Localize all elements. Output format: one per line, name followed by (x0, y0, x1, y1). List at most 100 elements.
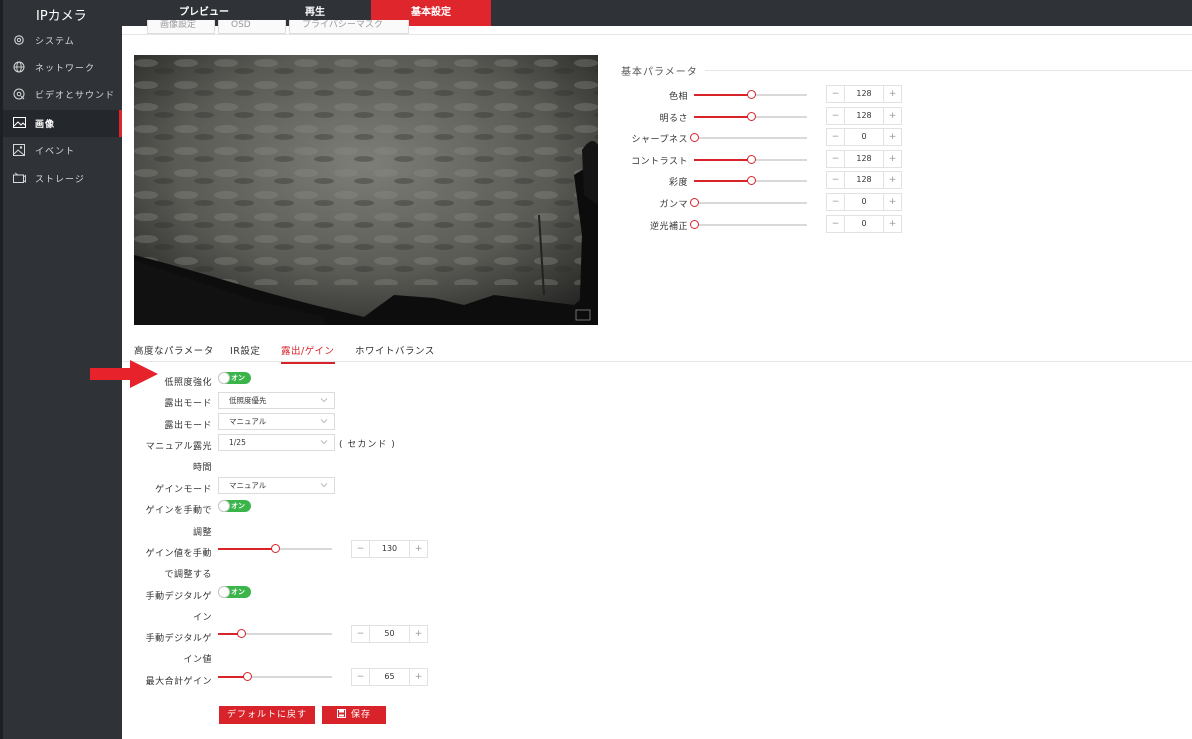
slider-fill (694, 180, 751, 182)
sidebar-item-image[interactable]: 画像 (0, 110, 122, 137)
param-slider[interactable] (694, 176, 807, 185)
decrement-button[interactable]: − (827, 172, 844, 188)
stepper-value[interactable]: 128 (844, 172, 884, 188)
param-stepper[interactable]: −0 + (826, 215, 902, 233)
param-stepper[interactable]: −128 + (826, 85, 902, 103)
exposure-mode-select-2[interactable]: マニュアル (218, 413, 335, 430)
tab-ir-settings[interactable]: IR設定 (230, 343, 260, 357)
stepper-value[interactable]: 0 (844, 129, 884, 145)
tab-white-balance[interactable]: ホワイトバランス (355, 343, 435, 357)
increment-button[interactable]: + (410, 669, 427, 685)
slider-knob[interactable] (747, 112, 756, 121)
param-stepper[interactable]: −128 + (826, 171, 902, 189)
stepper-value[interactable]: 0 (844, 194, 884, 210)
slider-knob[interactable] (690, 198, 699, 207)
increment-button[interactable]: + (884, 216, 901, 232)
storage-icon (13, 172, 27, 186)
tab-advanced-params[interactable]: 高度なパラメータ (134, 343, 214, 357)
decrement-button[interactable]: − (352, 669, 369, 685)
manual-exposure-label: マニュアル露光 (145, 442, 212, 452)
param-slider[interactable] (694, 112, 807, 121)
param-stepper[interactable]: −0 + (826, 193, 902, 211)
increment-button[interactable]: + (884, 129, 901, 145)
stepper-value[interactable]: 128 (844, 86, 884, 102)
gain-value-stepper[interactable]: − 130 + (351, 540, 428, 558)
increment-button[interactable]: + (884, 108, 901, 124)
digital-gain-slider[interactable] (218, 629, 332, 638)
param-slider[interactable] (694, 90, 807, 99)
param-slider[interactable] (690, 198, 807, 207)
stepper-value[interactable]: 65 (369, 669, 410, 685)
toggle-knob (218, 586, 230, 598)
slider-knob[interactable] (747, 155, 756, 164)
param-label: シャープネス (631, 135, 688, 145)
increment-button[interactable]: + (884, 151, 901, 167)
decrement-button[interactable]: − (827, 194, 844, 210)
decrement-button[interactable]: − (827, 129, 844, 145)
digital-gain-toggle[interactable]: オン (218, 586, 251, 598)
sidebar-item-system[interactable]: システム (0, 27, 122, 54)
digital-gain-stepper[interactable]: − 50 + (351, 625, 428, 643)
stepper-value[interactable]: 130 (369, 541, 410, 557)
gain-mode-label: ゲインモード (155, 485, 212, 495)
param-stepper[interactable]: −0 + (826, 128, 902, 146)
advanced-tabs: 高度なパラメータ IR設定 露出/ゲイン ホワイトバランス (122, 340, 1192, 364)
toggle-knob (218, 500, 230, 512)
manual-gain-toggle[interactable]: オン (218, 500, 251, 512)
decrement-button[interactable]: − (827, 108, 844, 124)
gain-mode-select[interactable]: マニュアル (218, 477, 335, 494)
stepper-value[interactable]: 50 (369, 626, 410, 642)
param-stepper[interactable]: −128 + (826, 150, 902, 168)
slider-knob[interactable] (690, 220, 699, 229)
stepper-value[interactable]: 0 (844, 216, 884, 232)
manual-exposure-select[interactable]: 1/25 (218, 434, 335, 451)
sidebar-item-event[interactable]: イベント (0, 137, 122, 164)
sidebar-item-network[interactable]: ネットワーク (0, 54, 122, 81)
sidebar-item-video-sound[interactable]: ビデオとサウンド (0, 81, 122, 108)
stepper-value[interactable]: 128 (844, 108, 884, 124)
max-gain-stepper[interactable]: − 65 + (351, 668, 428, 686)
restore-default-button[interactable]: デフォルトに戻す (219, 706, 315, 724)
low-light-toggle[interactable]: オン (218, 372, 251, 384)
slider-knob[interactable] (271, 544, 280, 553)
chevron-down-icon (320, 483, 328, 488)
max-gain-slider[interactable] (218, 672, 332, 681)
decrement-button[interactable]: − (827, 151, 844, 167)
decrement-button[interactable]: − (827, 86, 844, 102)
sidebar-item-label: イベント (35, 147, 76, 157)
increment-button[interactable]: + (884, 172, 901, 188)
increment-button[interactable]: + (884, 194, 901, 210)
subtab-privacy-mask[interactable]: プライバシーマスク (289, 20, 409, 34)
basic-params-title: 基本パラメータ (621, 67, 698, 78)
stepper-value[interactable]: 128 (844, 151, 884, 167)
digital-gain-value-label: 手動デジタルゲ (145, 634, 212, 644)
tab-exposure-gain[interactable]: 露出/ゲイン (281, 343, 335, 364)
gain-value-label: ゲイン値を手動 (145, 549, 212, 559)
save-button[interactable]: 保存 (322, 706, 386, 724)
increment-button[interactable]: + (410, 541, 427, 557)
chevron-down-icon (320, 398, 328, 403)
manual-gain-label-2: 調整 (192, 528, 212, 538)
slider-knob[interactable] (237, 629, 246, 638)
decrement-button[interactable]: − (352, 626, 369, 642)
slider-knob[interactable] (690, 133, 699, 142)
exposure-mode-select[interactable]: 低照度優先 (218, 392, 335, 409)
param-slider[interactable] (690, 133, 807, 142)
decrement-button[interactable]: − (827, 216, 844, 232)
param-slider[interactable] (690, 220, 807, 229)
subtab-osd[interactable]: OSD (218, 20, 286, 34)
param-slider[interactable] (694, 155, 807, 164)
slider-knob[interactable] (747, 90, 756, 99)
decrement-button[interactable]: − (352, 541, 369, 557)
subtab-image-settings[interactable]: 画像設定 (147, 20, 215, 34)
sidebar-item-storage[interactable]: ストレージ (0, 165, 122, 192)
select-value: 1/25 (229, 438, 246, 447)
slider-knob[interactable] (747, 176, 756, 185)
gain-value-slider[interactable] (218, 544, 332, 553)
gear-icon (13, 34, 27, 48)
param-stepper[interactable]: −128 + (826, 107, 902, 125)
increment-button[interactable]: + (884, 86, 901, 102)
window-edge (0, 0, 3, 739)
slider-knob[interactable] (243, 672, 252, 681)
increment-button[interactable]: + (410, 626, 427, 642)
